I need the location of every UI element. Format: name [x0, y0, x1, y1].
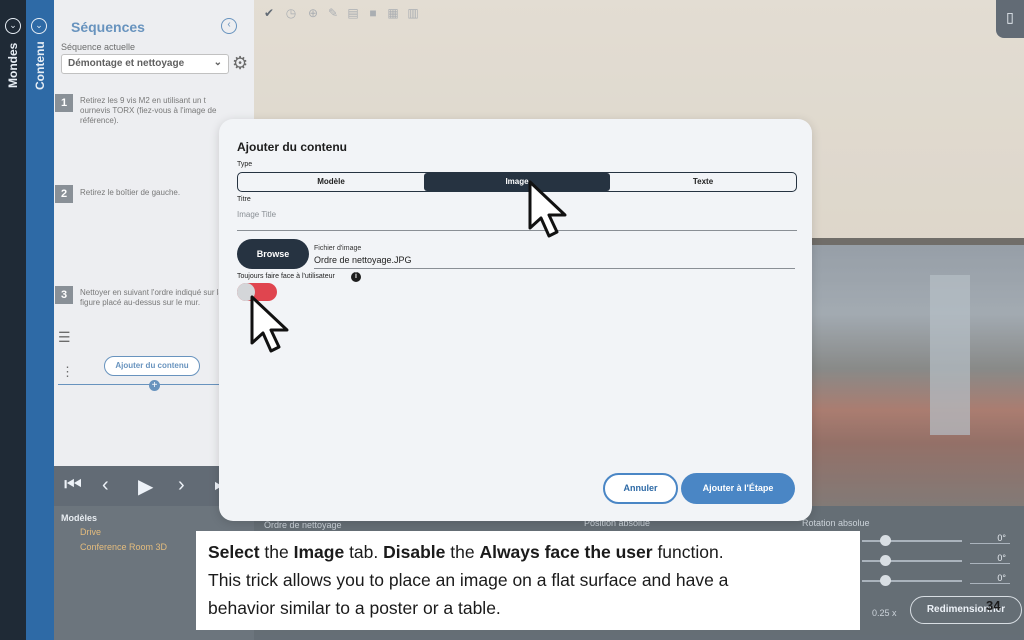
image-file-field[interactable]: Fichier d'image Ordre de nettoyage.JPG	[314, 245, 795, 269]
chevron-down-icon[interactable]: ⌄	[31, 18, 47, 34]
title-label: Titre	[237, 196, 251, 203]
face-user-label: Toujours faire face à l'utilisateur	[237, 273, 335, 280]
cursor-pointer-icon	[250, 295, 289, 353]
dialog-title: Ajouter du contenu	[237, 140, 347, 154]
type-label: Type	[237, 161, 253, 168]
info-icon[interactable]: i	[351, 272, 361, 282]
type-segmented-control: Modèle Image Texte	[237, 172, 797, 192]
chevron-down-icon[interactable]: ⌄	[5, 18, 21, 34]
add-to-step-button[interactable]: Ajouter à l'Étape	[681, 473, 795, 504]
tab-texte[interactable]: Texte	[610, 173, 796, 191]
rail-contenu[interactable]: ⌄ Contenu	[26, 0, 54, 640]
tab-image[interactable]: Image	[424, 173, 610, 191]
rail-contenu-label: Contenu	[33, 41, 47, 90]
file-value: Ordre de nettoyage.JPG	[314, 255, 412, 265]
tab-modele[interactable]: Modèle	[238, 173, 424, 191]
cancel-button[interactable]: Annuler	[603, 473, 678, 504]
cursor-pointer-icon	[528, 180, 567, 238]
browse-button[interactable]: Browse	[237, 239, 309, 269]
title-input[interactable]: Image Title	[237, 207, 797, 231]
caption-line-3: behavior similar to a poster or a table.	[208, 598, 501, 618]
rail-mondes[interactable]: ⌄ Mondes	[0, 0, 26, 640]
file-label: Fichier d'image	[314, 245, 362, 252]
caption-line-1: Select the Image tab. Disable the Always…	[208, 542, 724, 562]
add-content-dialog: Ajouter du contenu Type Modèle Image Tex…	[219, 119, 812, 521]
caption-line-2: This trick allows you to place an image …	[208, 570, 729, 590]
page-number: 34	[986, 598, 1001, 613]
rail-mondes-label: Mondes	[6, 42, 20, 88]
instruction-caption: Select the Image tab. Disable the Always…	[196, 531, 860, 630]
